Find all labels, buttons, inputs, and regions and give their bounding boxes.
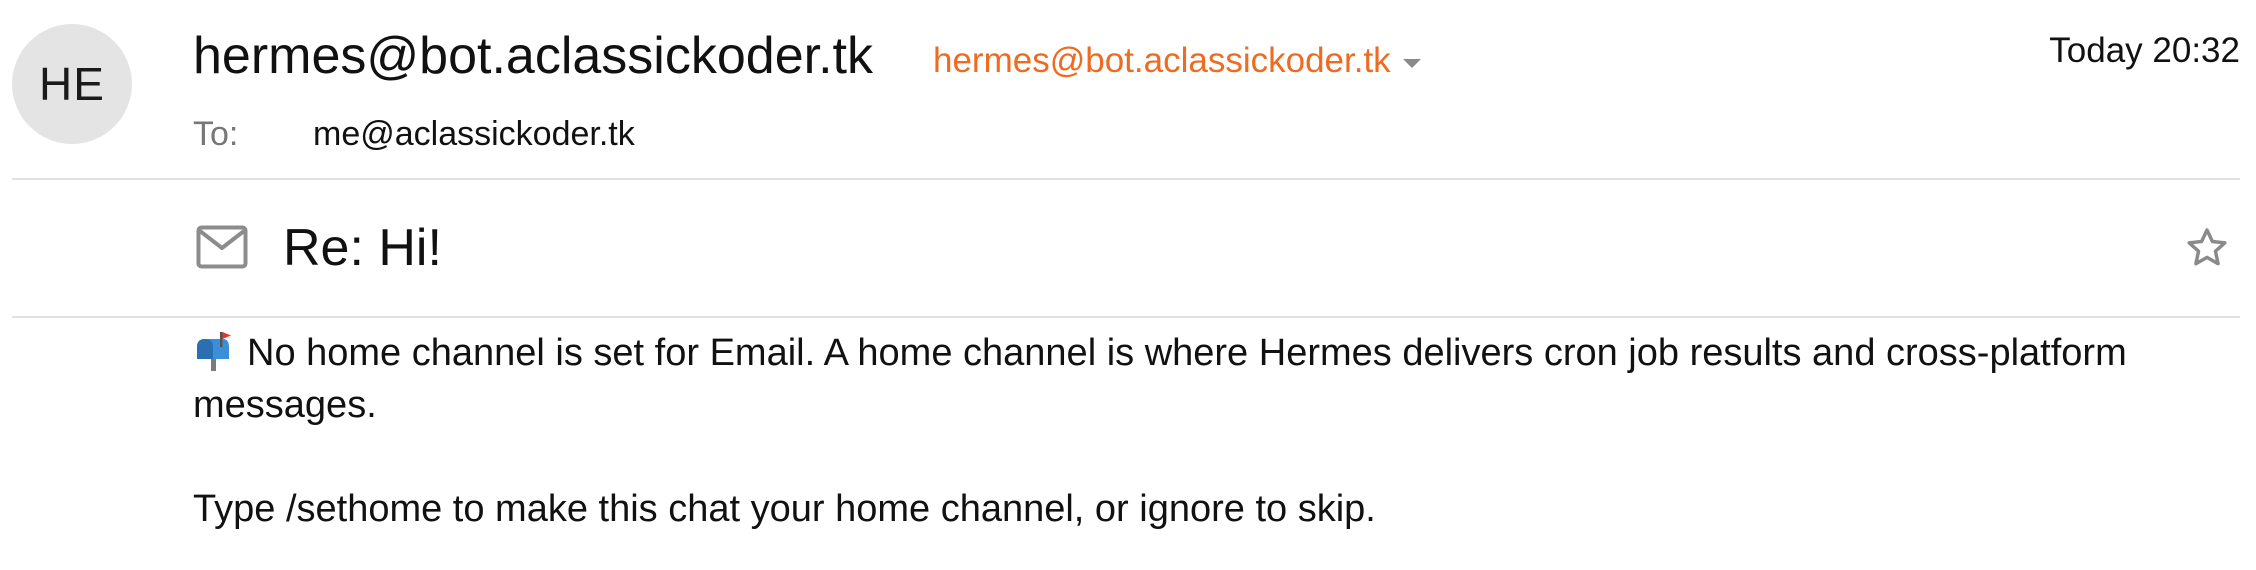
message-date: Today 20:32 (2049, 31, 2240, 70)
email-view: HE hermes@bot.aclassickoder.tk hermes@bo… (0, 0, 2256, 570)
avatar-initials: HE (39, 58, 105, 110)
email-subject: Re: Hi! (283, 219, 442, 277)
sender-address[interactable]: hermes@bot.aclassickoder.tk (933, 38, 1391, 84)
envelope-icon (196, 225, 248, 269)
star-icon[interactable] (2184, 225, 2230, 271)
sender-name: hermes@bot.aclassickoder.tk (193, 27, 873, 85)
mailbox-icon (197, 332, 231, 371)
body-paragraph-2: Type /sethome to make this chat your hom… (193, 488, 1376, 530)
sender-address-dropdown[interactable]: hermes@bot.aclassickoder.tk (933, 38, 1421, 84)
body-paragraph-1: No home channel is set for Email. A home… (193, 332, 2127, 426)
header-divider (12, 178, 2240, 180)
body-paragraph: No home channel is set for Email. A home… (193, 327, 2233, 431)
avatar: HE (12, 24, 132, 144)
recipient-address[interactable]: me@aclassickoder.tk (313, 112, 635, 156)
subject-divider (12, 316, 2240, 318)
email-body: No home channel is set for Email. A home… (193, 327, 2233, 535)
chevron-down-icon[interactable] (1402, 58, 1421, 68)
recipient-label: To: (193, 115, 239, 153)
